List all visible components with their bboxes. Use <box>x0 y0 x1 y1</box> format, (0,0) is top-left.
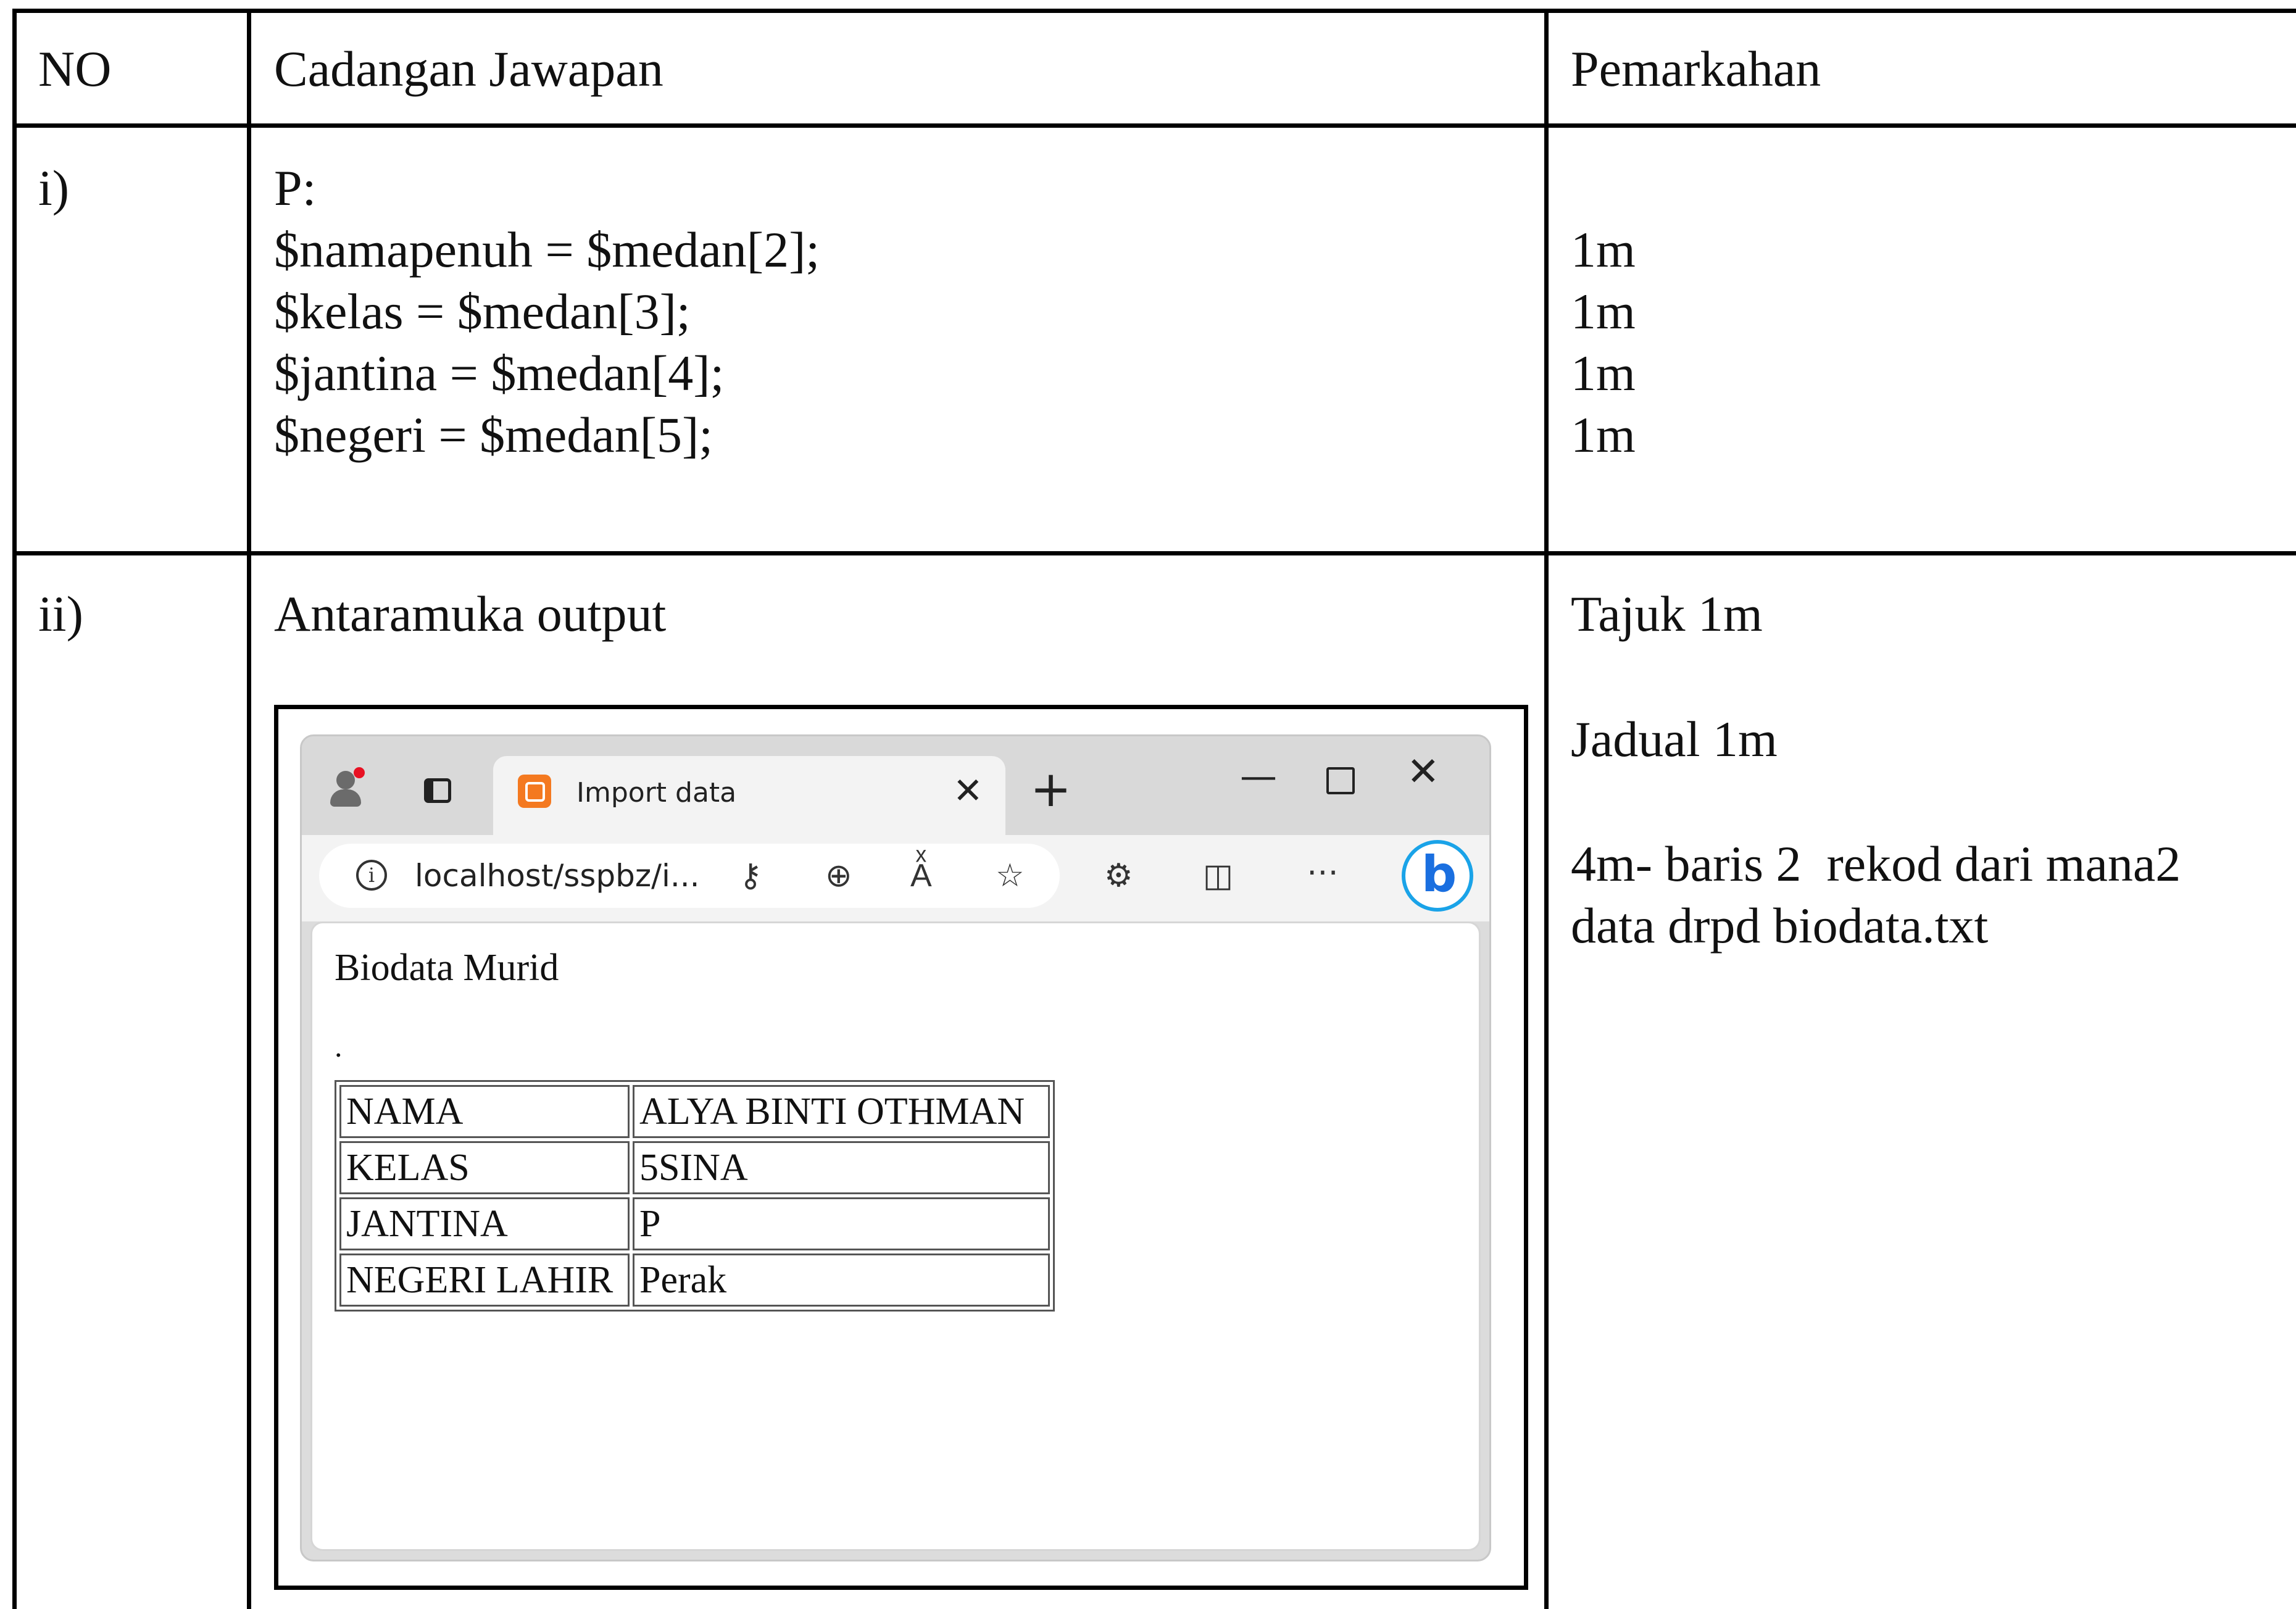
row-label: NAMA <box>339 1085 630 1138</box>
row-number: i) <box>38 160 70 216</box>
answer-line: P: <box>274 160 317 216</box>
tab-title: Import data <box>576 777 737 809</box>
marks-line: 1m <box>1571 283 1636 339</box>
profile-icon[interactable] <box>327 767 366 807</box>
marks-line: 1m <box>1571 222 1636 278</box>
marks-line: 4m- baris 2 rekod dari mana2 <box>1571 836 2181 892</box>
tab-import-data[interactable]: Import data ✕ <box>493 756 1005 835</box>
table-rule <box>12 9 17 1609</box>
answer-line: $namapenuh = $medan[2]; <box>274 222 820 278</box>
tab-strip: Import data ✕ + — ✕ <box>302 736 1489 835</box>
bing-copilot-icon[interactable] <box>1402 840 1473 912</box>
table-row: KELAS 5SINA <box>339 1141 1050 1194</box>
marks-line: 1m <box>1571 407 1636 463</box>
browser-toolbar: i localhost/sspbz/i... ⚷ ⊕ A͏ͯ ☆ ⚙ ◫ ⋯ <box>302 835 1489 921</box>
row-value: 5SINA <box>633 1141 1050 1194</box>
zoom-icon[interactable]: ⊕ <box>825 857 852 894</box>
row-label: JANTINA <box>339 1197 630 1250</box>
row-label: KELAS <box>339 1141 630 1194</box>
page-viewport: Biodata Murid . NAMA ALYA BINTI OTHMAN K… <box>310 921 1481 1551</box>
row-value: Perak <box>633 1254 1050 1307</box>
table-row: NAMA ALYA BINTI OTHMAN <box>339 1085 1050 1138</box>
table-rule <box>12 551 2296 555</box>
answer-line: $kelas = $medan[3]; <box>274 283 691 339</box>
marks-line: Tajuk 1m <box>1571 586 1763 642</box>
answer-line: $jantina = $medan[4]; <box>274 345 725 401</box>
header-cadangan-jawapan: Cadangan Jawapan <box>274 41 663 97</box>
page-dot: . <box>335 1029 343 1063</box>
maximize-icon[interactable] <box>1326 767 1355 794</box>
window-close-icon[interactable]: ✕ <box>1407 752 1440 792</box>
more-menu-icon[interactable]: ⋯ <box>1307 854 1339 891</box>
close-icon[interactable]: ✕ <box>953 772 983 809</box>
marks-line: data drpd biodata.txt <box>1571 897 1989 954</box>
url-text: localhost/sspbz/i... <box>415 858 700 894</box>
table-row: JANTINA P <box>339 1197 1050 1250</box>
header-no: NO <box>38 41 112 97</box>
minimize-icon[interactable]: — <box>1240 755 1277 798</box>
table-rule <box>12 123 2296 128</box>
table-row: NEGERI LAHIR Perak <box>339 1254 1050 1307</box>
marks-line: Jadual 1m <box>1571 711 1778 767</box>
answer-line: $negeri = $medan[5]; <box>274 407 713 463</box>
split-screen-icon[interactable]: ◫ <box>1203 857 1233 894</box>
extensions-icon[interactable]: ⚙ <box>1104 857 1133 894</box>
read-aloud-icon[interactable]: A͏ͯ <box>910 857 932 894</box>
new-tab-icon[interactable]: + <box>1030 765 1071 814</box>
address-bar[interactable]: i localhost/sspbz/i... ⚷ ⊕ A͏ͯ ☆ <box>319 844 1060 908</box>
browser-window: Import data ✕ + — ✕ i localhost/sspbz/i.… <box>300 734 1491 1561</box>
row-label: NEGERI LAHIR <box>339 1254 630 1307</box>
row-value: ALYA BINTI OTHMAN <box>633 1085 1050 1138</box>
table-rule <box>12 9 2296 13</box>
info-icon[interactable]: i <box>356 860 387 891</box>
biodata-table: NAMA ALYA BINTI OTHMAN KELAS 5SINA JANTI… <box>335 1080 1055 1312</box>
page-heading: Biodata Murid <box>335 947 559 989</box>
answer-title: Antaramuka output <box>274 586 667 642</box>
xampp-icon <box>518 775 551 808</box>
table-rule <box>247 9 251 1609</box>
key-icon[interactable]: ⚷ <box>739 857 762 894</box>
row-value: P <box>633 1197 1050 1250</box>
marks-line: 1m <box>1571 345 1636 401</box>
favorite-star-icon[interactable]: ☆ <box>996 857 1025 894</box>
row-number: ii) <box>38 586 83 642</box>
tab-actions-icon[interactable] <box>424 778 451 803</box>
header-pemarkahan: Pemarkahan <box>1571 41 1821 97</box>
table-rule <box>1544 9 1549 1609</box>
